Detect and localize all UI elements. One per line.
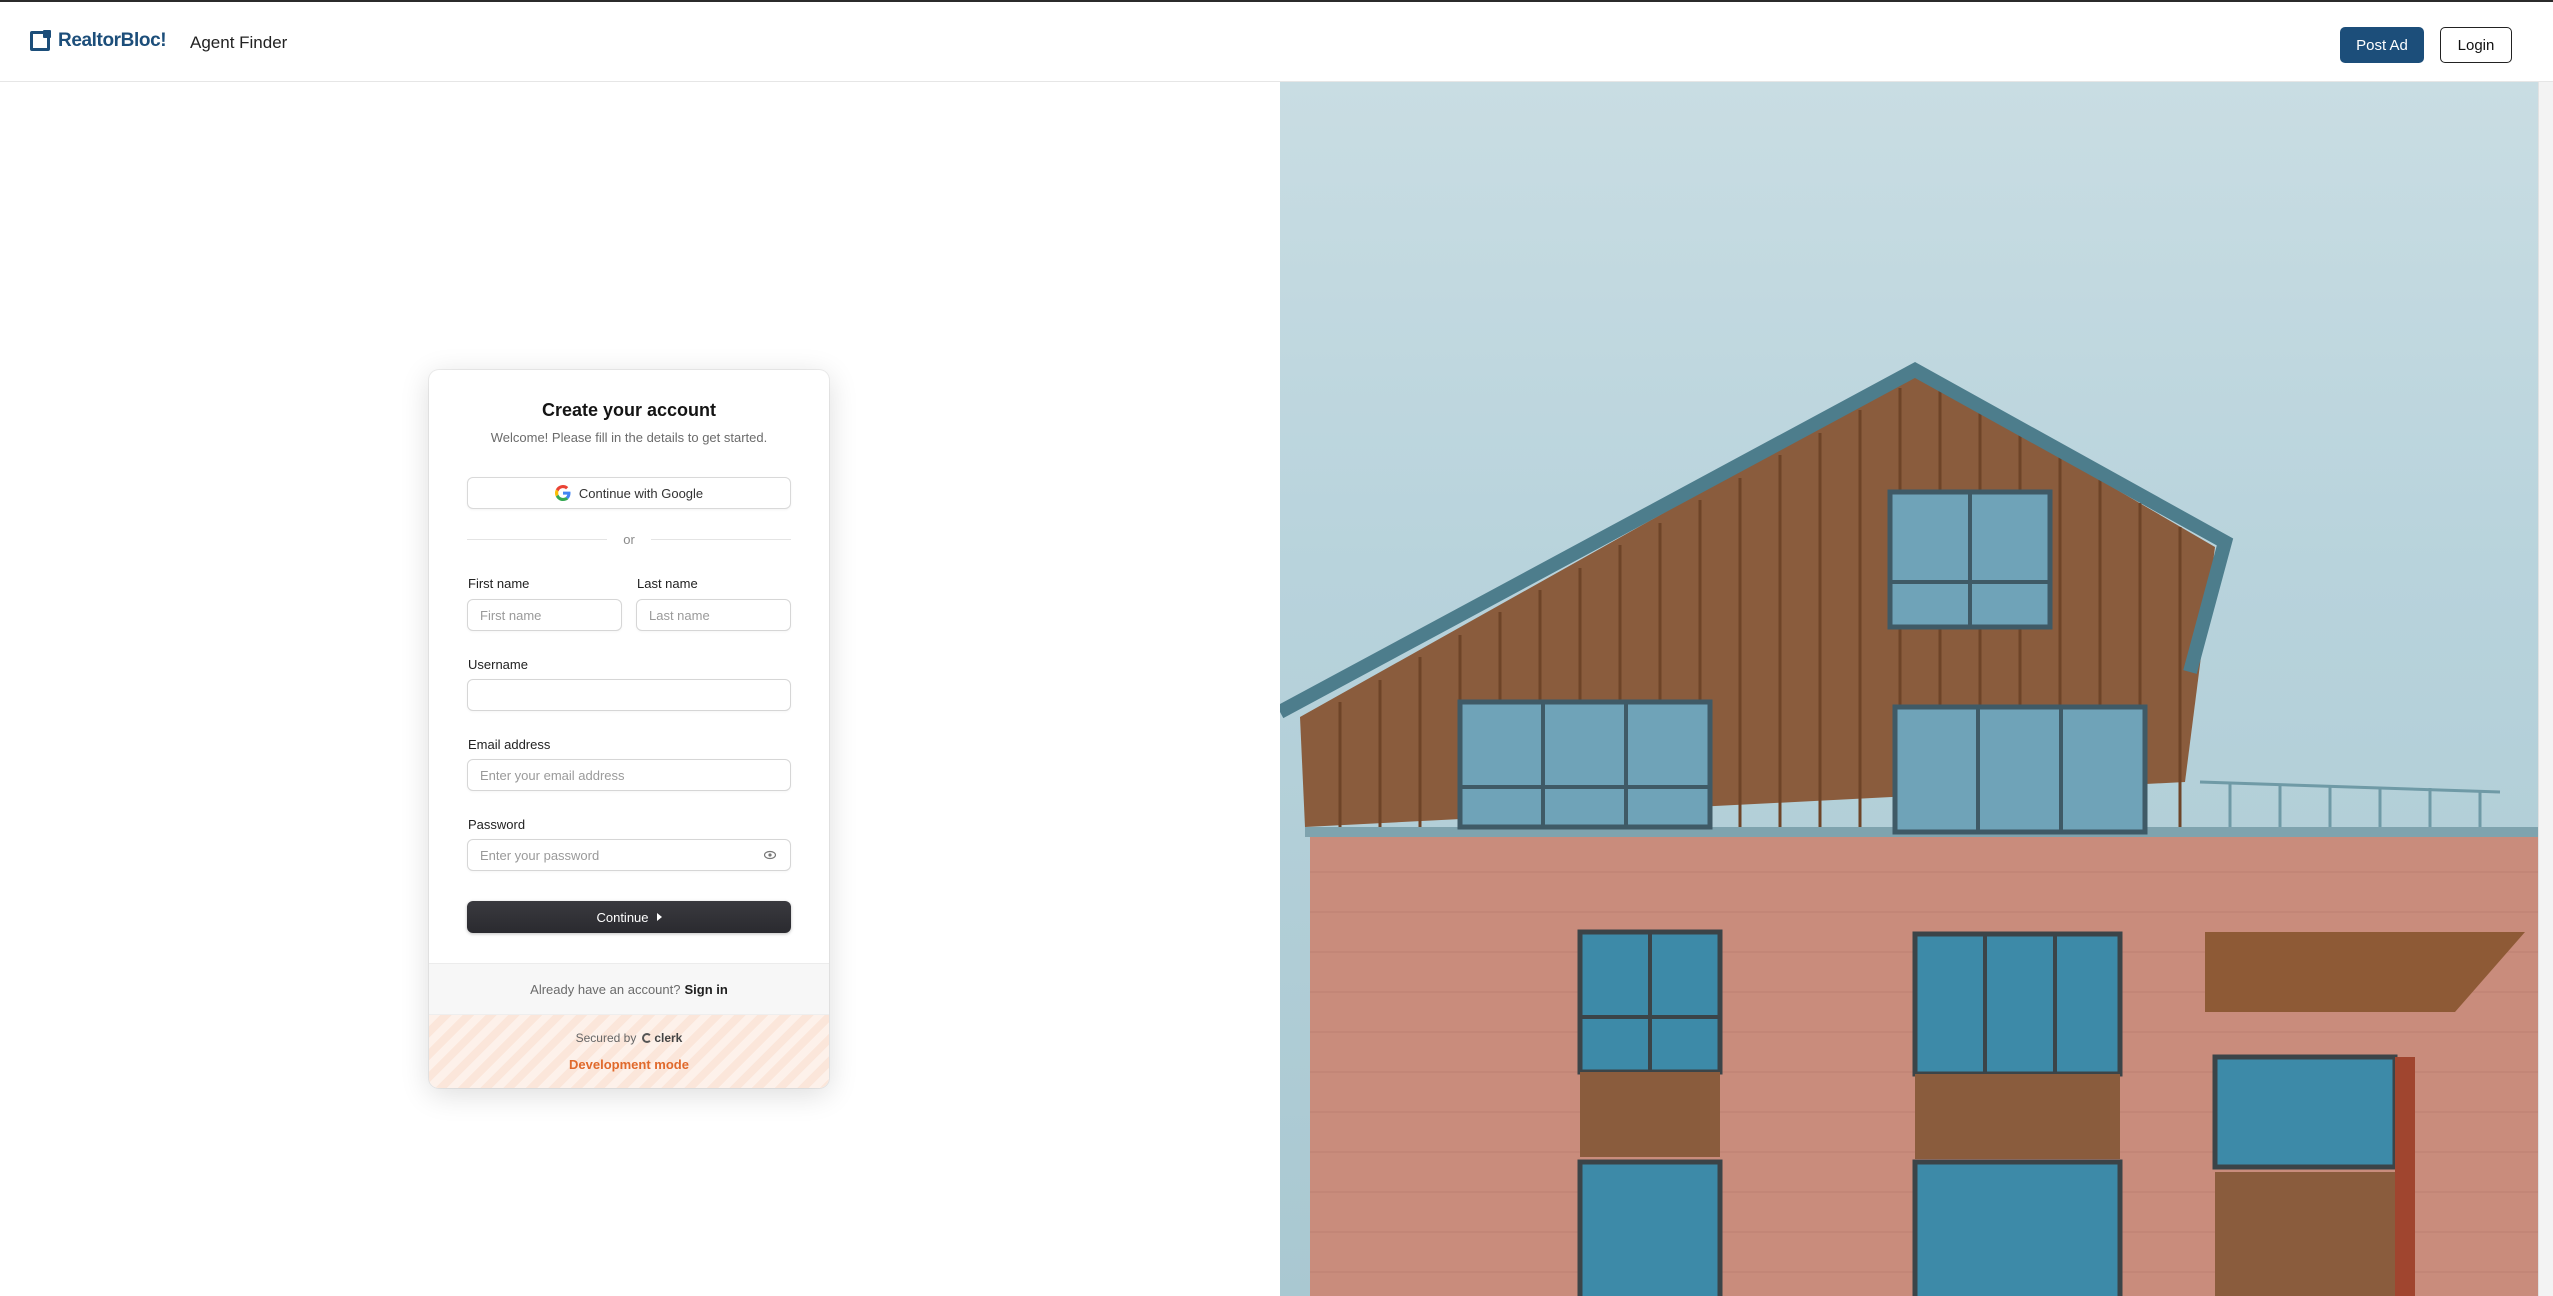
continue-button-label: Continue: [596, 909, 649, 925]
nav-link-agent-finder[interactable]: Agent Finder: [190, 33, 287, 53]
sign-in-prompt: Already have an account? Sign in: [429, 963, 829, 1014]
building-illustration: [1280, 362, 2538, 1296]
post-ad-button[interactable]: Post Ad: [2340, 27, 2424, 63]
clerk-logo-icon: [642, 1033, 653, 1043]
brand-name: RealtorBloc!: [58, 30, 167, 51]
divider-line-right: [651, 539, 791, 540]
password-label: Password: [468, 817, 526, 832]
or-divider: or: [467, 532, 791, 547]
secured-by-text: Secured by: [575, 1031, 637, 1045]
last-name-label: Last name: [637, 576, 698, 591]
caret-right-icon: [656, 913, 662, 921]
password-input[interactable]: Enter your password: [467, 839, 791, 871]
continue-button[interactable]: Continue: [467, 901, 791, 933]
first-name-input[interactable]: First name: [467, 599, 622, 631]
clerk-logo[interactable]: clerk: [642, 1031, 682, 1045]
clerk-wordmark: clerk: [654, 1031, 683, 1045]
username-input[interactable]: [467, 679, 791, 711]
secured-by-clerk: Secured by clerk: [429, 1031, 829, 1045]
show-password-eye-icon[interactable]: [764, 850, 776, 860]
page-scrollbar[interactable]: [2538, 82, 2553, 1296]
top-navbar: RealtorBloc! Agent Finder Post Ad Login: [0, 0, 2553, 82]
login-button[interactable]: Login: [2440, 27, 2512, 63]
first-name-label: First name: [468, 576, 530, 591]
card-subtitle: Welcome! Please fill in the details to g…: [490, 430, 768, 445]
have-account-text: Already have an account?: [530, 981, 681, 997]
sign-in-link[interactable]: Sign in: [684, 982, 727, 997]
brand-logo[interactable]: RealtorBloc!: [30, 30, 167, 52]
card-title: Create your account: [541, 400, 717, 420]
email-input[interactable]: Enter your email address: [467, 759, 791, 791]
last-name-input[interactable]: Last name: [636, 599, 791, 631]
realtorbloc-logo-icon: [30, 30, 51, 51]
google-button-label: Continue with Google: [578, 485, 704, 501]
development-mode-badge: Development mode: [569, 1057, 689, 1072]
building-hero-image: [1280, 82, 2538, 1296]
username-label: Username: [468, 657, 528, 672]
email-label: Email address: [468, 737, 551, 752]
sign-up-card: Create your account Welcome! Please fill…: [429, 370, 829, 1088]
google-icon: [554, 485, 571, 501]
continue-with-google-button[interactable]: Continue with Google: [467, 477, 791, 509]
clerk-footer: Secured by clerk Development mode: [429, 1014, 829, 1088]
password-placeholder: Enter your password: [480, 847, 600, 863]
